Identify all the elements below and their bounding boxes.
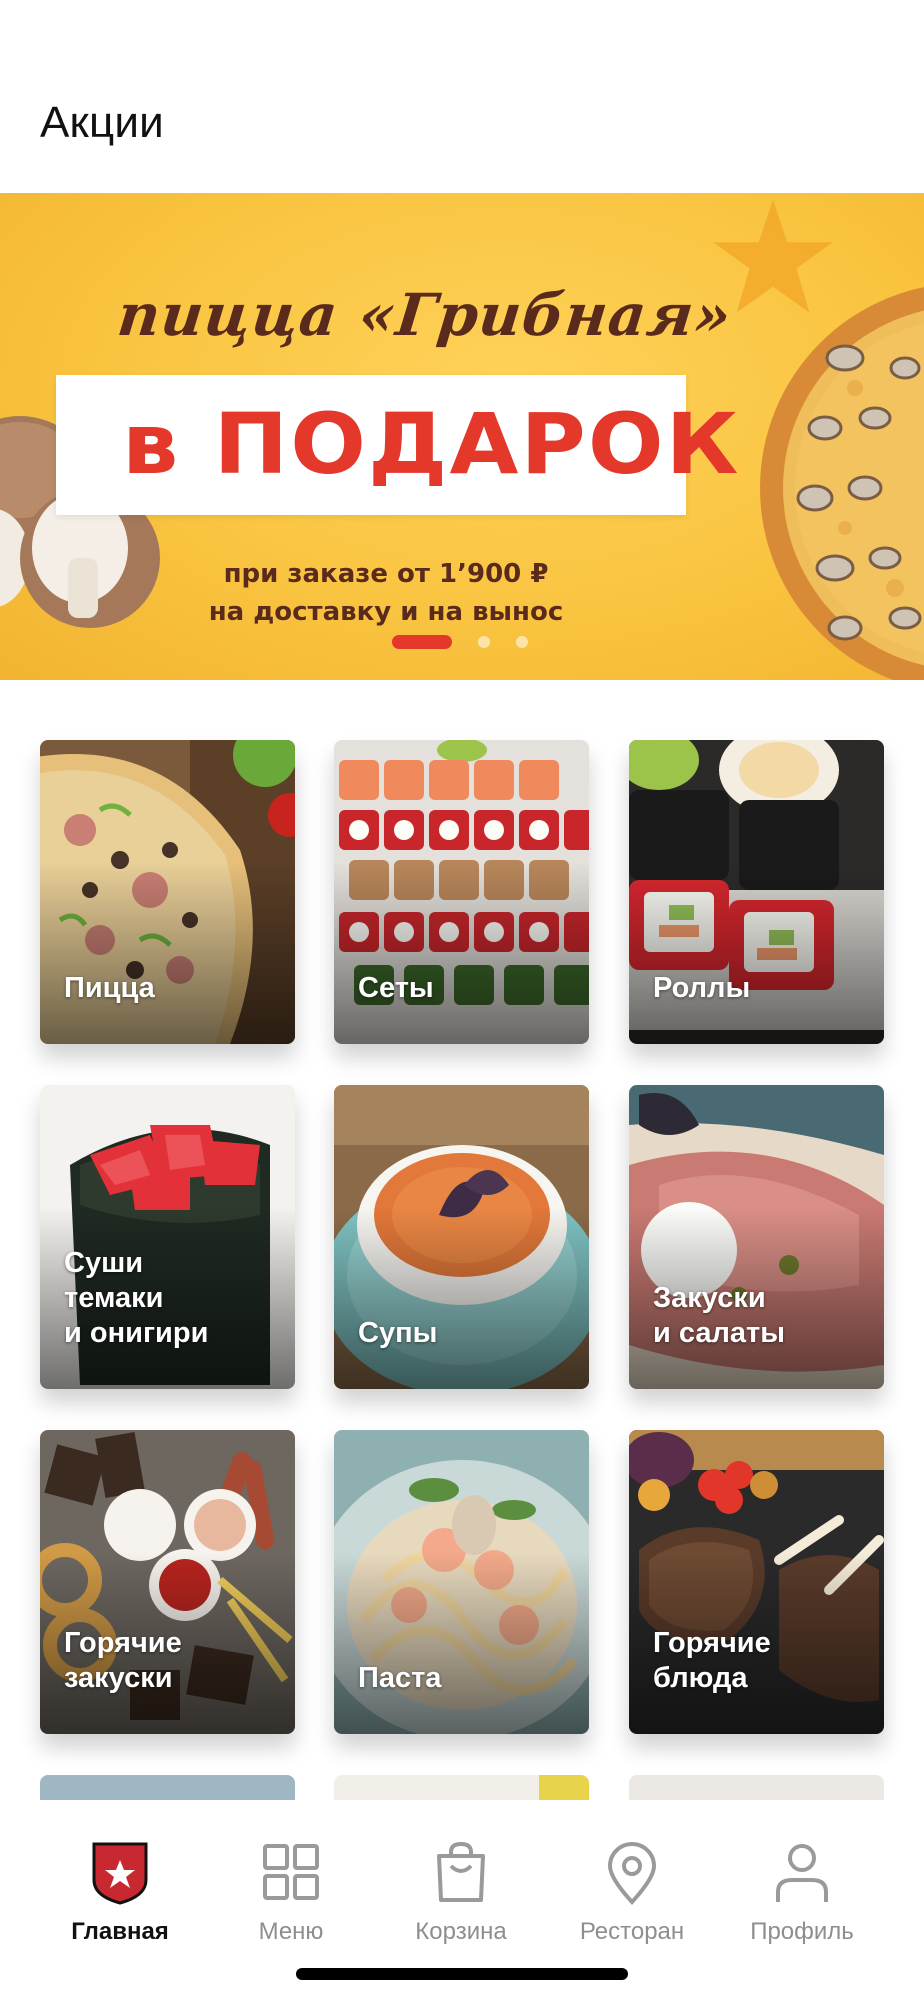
banner-subtitle-line1: при заказе от 1’900 ₽ [223, 559, 549, 589]
category-label: Закуски и салаты [653, 1282, 786, 1349]
nav-home[interactable]: Главная [45, 1840, 195, 1946]
banner-subtitle: при заказе от 1’900 ₽ на доставку и на в… [186, 555, 586, 631]
nav-label: Меню [258, 1918, 324, 1945]
nav-menu[interactable]: Меню [216, 1840, 366, 1946]
category-label: Роллы [653, 972, 751, 1004]
nav-restaurant[interactable]: Ресторан [557, 1840, 707, 1946]
banner-subtitle-line2: на доставку и на вынос [208, 597, 564, 627]
shield-star-icon [92, 1842, 148, 1905]
category-tile-appetizers[interactable]: Закуски и салаты [629, 1085, 884, 1389]
category-tile-hot-snacks[interactable]: Горячие закуски [40, 1430, 295, 1734]
pizza-image [760, 287, 924, 680]
nav-label: Ресторан [579, 1918, 685, 1945]
carousel-dot[interactable] [516, 636, 528, 648]
grid-icon [263, 1844, 319, 1900]
banner-headline: пицца «Грибная» [114, 281, 736, 349]
category-label: Пицца [64, 972, 155, 1004]
nav-label: Главная [71, 1918, 169, 1945]
banner-highlight: в ПОДАРОК [122, 395, 741, 493]
promo-banner[interactable]: пицца «Грибная» в ПОДАРОК при заказе от … [0, 193, 924, 680]
category-label: Горячие блюда [653, 1627, 771, 1694]
category-tile-sets[interactable]: Сеты [334, 740, 589, 1044]
category-tile-sushi[interactable]: Суши темаки и онигири [40, 1085, 295, 1389]
category-tile-rolls[interactable]: Роллы [629, 740, 884, 1044]
category-label: Сеты [358, 972, 434, 1004]
category-label: Суши темаки и онигири [64, 1247, 209, 1349]
nav-profile[interactable]: Профиль [727, 1840, 877, 1946]
category-tile-soups[interactable]: Супы [334, 1085, 589, 1389]
nav-label: Профиль [750, 1918, 854, 1945]
person-icon [776, 1844, 828, 1902]
home-indicator [296, 1968, 628, 1980]
category-label: Паста [358, 1662, 442, 1694]
carousel-dots [392, 635, 528, 649]
carousel-dot[interactable] [478, 636, 490, 648]
location-pin-icon [607, 1842, 657, 1905]
category-tile-pasta[interactable]: Паста [334, 1430, 589, 1734]
bag-icon [437, 1842, 485, 1902]
nav-label: Корзина [415, 1918, 507, 1945]
nav-cart[interactable]: Корзина [386, 1840, 536, 1946]
category-tile-hot-dishes[interactable]: Горячие блюда [629, 1430, 884, 1734]
category-tile-pizza[interactable]: Пицца [40, 740, 295, 1044]
category-label: Супы [358, 1317, 438, 1349]
page-title: Акции [40, 98, 164, 147]
carousel-dot-active[interactable] [392, 635, 452, 649]
banner-highlight-box: в ПОДАРОК [56, 375, 738, 515]
category-label: Горячие закуски [64, 1627, 182, 1694]
